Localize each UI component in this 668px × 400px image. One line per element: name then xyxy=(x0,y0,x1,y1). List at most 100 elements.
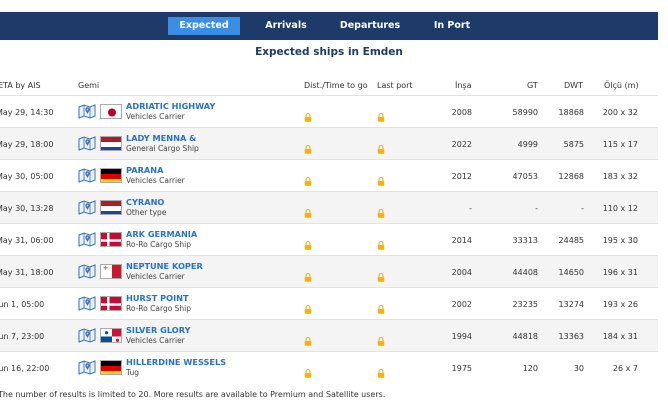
map-pin-icon[interactable] xyxy=(78,167,96,183)
map-pin-icon[interactable] xyxy=(78,231,96,247)
built-value: 1975 xyxy=(451,364,472,373)
map-pin-icon[interactable] xyxy=(78,103,96,119)
flag-icon-mt xyxy=(100,264,122,279)
lock-icon[interactable] xyxy=(304,171,312,186)
eta-value: May 31, 06:00 xyxy=(0,236,54,245)
size-value: 26 x 7 xyxy=(612,364,638,373)
lock-icon[interactable] xyxy=(304,267,312,282)
ship-type: Vehicles Carrier xyxy=(126,176,185,185)
gt-value: 120 xyxy=(522,364,538,373)
header-last-port[interactable]: Last port xyxy=(377,81,413,90)
ship-name-link[interactable]: ADRIATIC HIGHWAY xyxy=(126,101,215,111)
flag-icon-dk xyxy=(100,232,122,247)
gt-value: 33313 xyxy=(512,236,538,245)
lock-icon[interactable] xyxy=(304,107,312,122)
table-row[interactable]: May 29, 18:00 LADY MENNA & General Cargo S… xyxy=(0,127,658,159)
dwt-value: 30 xyxy=(573,364,584,373)
built-value: 2012 xyxy=(451,172,472,181)
dwt-value: 12868 xyxy=(558,172,584,181)
lock-icon[interactable] xyxy=(304,363,312,378)
built-value: 2008 xyxy=(451,108,472,117)
lock-icon[interactable] xyxy=(377,331,385,346)
built-value: 1994 xyxy=(451,332,472,341)
lock-icon[interactable] xyxy=(377,363,385,378)
lock-icon[interactable] xyxy=(377,171,385,186)
port-nav-bar: Expected Arrivals Departures In Port xyxy=(0,12,658,40)
header-eta[interactable]: ETA by AIS xyxy=(0,81,41,90)
ship-name-link[interactable]: NEPTUNE KOPER xyxy=(126,261,203,271)
eta-value: Jun 1, 05:00 xyxy=(0,300,45,309)
dwt-value: - xyxy=(581,204,584,213)
lock-icon[interactable] xyxy=(377,299,385,314)
ship-name-link[interactable]: PARANA xyxy=(126,165,163,175)
lock-icon[interactable] xyxy=(377,203,385,218)
lock-icon[interactable] xyxy=(377,235,385,250)
flag-icon-pa xyxy=(100,328,122,343)
table-row[interactable]: May 31, 18:00 NEPTUNE KOPER Vehicles Carri… xyxy=(0,255,658,287)
eta-value: May 29, 18:00 xyxy=(0,140,54,149)
lock-icon[interactable] xyxy=(377,107,385,122)
tab-expected[interactable]: Expected xyxy=(168,17,240,35)
ship-name-link[interactable]: LADY MENNA & xyxy=(126,133,196,143)
header-gt[interactable]: GT xyxy=(527,81,538,90)
ship-type: Vehicles Carrier xyxy=(126,272,185,281)
table-row[interactable]: May 30, 13:28 CYRANO Other type - - - 110 x 12 xyxy=(0,191,658,223)
eta-value: May 30, 13:28 xyxy=(0,204,54,213)
map-pin-icon[interactable] xyxy=(78,295,96,311)
dwt-value: 5875 xyxy=(563,140,584,149)
table-row[interactable]: May 31, 06:00 ARK GERMANIA Ro-Ro Cargo Shi… xyxy=(0,223,658,255)
tab-arrivals[interactable]: Arrivals xyxy=(256,17,316,35)
ship-name-link[interactable]: HILLERDINE WESSELS xyxy=(126,357,226,367)
built-value: 2002 xyxy=(451,300,472,309)
lock-icon[interactable] xyxy=(304,139,312,154)
ship-name-link[interactable]: ARK GERMANIA xyxy=(126,229,197,239)
eta-value: Jun 7, 23:00 xyxy=(0,332,45,341)
gt-value: 4999 xyxy=(517,140,538,149)
dwt-value: 24485 xyxy=(558,236,584,245)
header-dist[interactable]: Dist./Time to go xyxy=(304,81,368,90)
ship-name-link[interactable]: SILVER GLORY xyxy=(126,325,191,335)
size-value: 195 x 30 xyxy=(602,236,638,245)
table-row[interactable]: May 30, 05:00 PARANA Vehicles Carrier 2012 4… xyxy=(0,159,658,191)
ship-name-link[interactable]: HURST POINT xyxy=(126,293,189,303)
flag-icon-nl xyxy=(100,136,122,151)
ship-name-link[interactable]: CYRANO xyxy=(126,197,164,207)
ship-type: Ro-Ro Cargo Ship xyxy=(126,240,192,249)
built-value: 2014 xyxy=(451,236,472,245)
ship-type: Other type xyxy=(126,208,167,217)
lock-icon[interactable] xyxy=(377,267,385,282)
table-row[interactable]: Jun 16, 22:00 HILLERDINE WESSELS Tug 1975 12… xyxy=(0,351,658,383)
lock-icon[interactable] xyxy=(304,331,312,346)
header-built[interactable]: İnşa xyxy=(455,81,472,90)
lock-icon[interactable] xyxy=(377,139,385,154)
map-pin-icon[interactable] xyxy=(78,199,96,215)
ship-type: Tug xyxy=(126,368,139,377)
dwt-value: 13274 xyxy=(558,300,584,309)
gt-value: 58990 xyxy=(512,108,538,117)
gt-value: 23235 xyxy=(512,300,538,309)
tab-in-port[interactable]: In Port xyxy=(424,17,480,35)
ship-type: General Cargo Ship xyxy=(126,144,199,153)
ship-type: Vehicles Carrier xyxy=(126,112,185,121)
header-size[interactable]: Ölçü (m) xyxy=(604,81,639,90)
flag-icon-jp xyxy=(100,104,122,119)
header-vessel[interactable]: Gemi xyxy=(78,81,99,90)
lock-icon[interactable] xyxy=(304,299,312,314)
map-pin-icon[interactable] xyxy=(78,327,96,343)
lock-icon[interactable] xyxy=(304,235,312,250)
table-row[interactable]: Jun 1, 05:00 HURST POINT Ro-Ro Cargo Ship 2… xyxy=(0,287,658,319)
map-pin-icon[interactable] xyxy=(78,263,96,279)
gt-value: 44408 xyxy=(512,268,538,277)
map-pin-icon[interactable] xyxy=(78,135,96,151)
page-title: Expected ships in Emden xyxy=(255,46,403,58)
ship-type: Ro-Ro Cargo Ship xyxy=(126,304,192,313)
gt-value: 44818 xyxy=(512,332,538,341)
table-row[interactable]: Jun 7, 23:00 SILVER GLORY Vehicles Carrier… xyxy=(0,319,658,351)
size-value: 184 x 31 xyxy=(602,332,638,341)
lock-icon[interactable] xyxy=(304,203,312,218)
table-row[interactable]: May 29, 14:30 ADRIATIC HIGHWAY Vehicles Ca… xyxy=(0,95,658,127)
tab-departures[interactable]: Departures xyxy=(334,17,406,35)
eta-value: May 30, 05:00 xyxy=(0,172,54,181)
map-pin-icon[interactable] xyxy=(78,359,96,375)
header-dwt[interactable]: DWT xyxy=(564,81,583,90)
